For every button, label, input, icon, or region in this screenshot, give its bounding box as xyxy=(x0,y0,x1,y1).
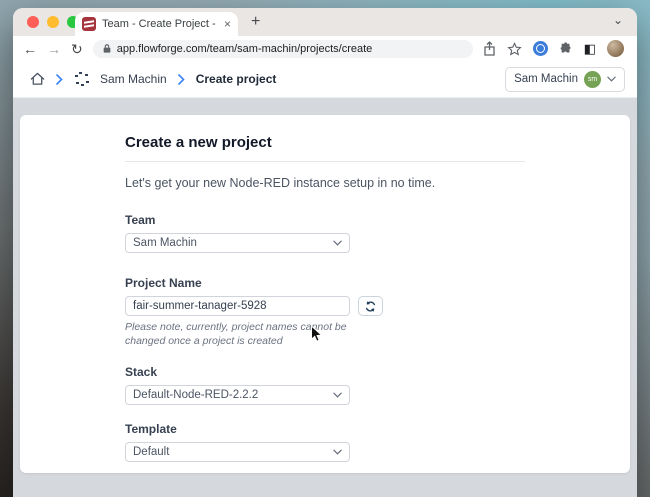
chevron-down-icon xyxy=(333,449,342,455)
breadcrumb-items: Sam Machin Create project xyxy=(30,72,276,87)
project-name-label: Project Name xyxy=(125,276,525,290)
user-avatar: sm xyxy=(584,71,601,88)
template-select[interactable]: Default xyxy=(125,442,350,462)
tab-strip: Team - Create Project - FlowFo × + ⌄ xyxy=(13,8,637,36)
form-subtitle: Let's get your new Node-RED instance set… xyxy=(125,176,525,190)
tab-search-chevron-icon[interactable]: ⌄ xyxy=(613,13,623,27)
back-button[interactable]: ← xyxy=(23,42,37,56)
sidebar-extension-icon[interactable]: ◧ xyxy=(584,42,596,55)
project-name-note: Please note, currently, project names ca… xyxy=(125,320,365,348)
create-project-card: Create a new project Let's get your new … xyxy=(20,115,630,473)
team-avatar-icon xyxy=(74,72,89,87)
flowforge-favicon-icon xyxy=(82,17,96,31)
browser-tab[interactable]: Team - Create Project - FlowFo × xyxy=(75,12,238,36)
browser-menu-icon[interactable]: ⋮ xyxy=(635,42,637,55)
chevron-down-icon xyxy=(607,76,616,82)
new-tab-button[interactable]: + xyxy=(251,13,260,31)
stack-label: Stack xyxy=(125,365,525,379)
team-label: Team xyxy=(125,213,525,227)
project-name-input[interactable] xyxy=(125,296,350,316)
close-window-button[interactable] xyxy=(27,16,39,28)
lock-icon xyxy=(102,43,112,54)
breadcrumb-team[interactable]: Sam Machin xyxy=(100,72,167,86)
regenerate-name-button[interactable] xyxy=(358,296,383,316)
breadcrumb: Sam Machin Create project Sam Machin sm xyxy=(13,61,637,98)
home-icon[interactable] xyxy=(30,72,45,86)
tab-close-icon[interactable]: × xyxy=(224,18,231,30)
browser-toolbar: ← → ↻ app.flowforge.com/team/sam-machin/… xyxy=(13,36,637,61)
browser-window: Team - Create Project - FlowFo × + ⌄ ← →… xyxy=(13,8,637,497)
browser-profile-avatar[interactable] xyxy=(607,40,624,57)
create-project-form: Create a new project Let's get your new … xyxy=(125,115,525,473)
template-select-value: Default xyxy=(133,446,333,458)
forward-button[interactable]: → xyxy=(47,42,61,56)
page-background: Create a new project Let's get your new … xyxy=(13,98,637,497)
chevron-down-icon xyxy=(333,240,342,246)
extensions-puzzle-icon[interactable] xyxy=(559,42,573,56)
url-text: app.flowforge.com/team/sam-machin/projec… xyxy=(117,43,373,55)
url-bar[interactable]: app.flowforge.com/team/sam-machin/projec… xyxy=(93,40,473,58)
user-menu-button[interactable]: Sam Machin sm xyxy=(505,67,625,92)
share-icon[interactable] xyxy=(483,41,496,56)
page-title: Create a new project xyxy=(125,134,525,162)
tab-title: Team - Create Project - FlowFo xyxy=(102,18,218,30)
chevron-right-icon xyxy=(56,74,63,85)
traffic-lights xyxy=(27,16,79,28)
chevron-right-icon xyxy=(178,74,185,85)
project-name-row xyxy=(125,290,525,316)
stack-select-value: Default-Node-RED-2.2.2 xyxy=(133,389,333,401)
refresh-icon xyxy=(364,300,377,313)
bookmark-star-icon[interactable] xyxy=(507,42,522,56)
template-label: Template xyxy=(125,422,525,436)
team-select[interactable]: Sam Machin xyxy=(125,233,350,253)
mouse-cursor xyxy=(310,325,323,344)
team-select-value: Sam Machin xyxy=(133,237,333,249)
user-menu-name: Sam Machin xyxy=(514,73,578,85)
breadcrumb-current: Create project xyxy=(196,72,277,86)
toolbar-right-icons: ◧ ⋮ xyxy=(483,40,637,57)
password-extension-icon[interactable] xyxy=(533,41,548,56)
minimize-window-button[interactable] xyxy=(47,16,59,28)
reload-button[interactable]: ↻ xyxy=(71,42,83,56)
stack-select[interactable]: Default-Node-RED-2.2.2 xyxy=(125,385,350,405)
chevron-down-icon xyxy=(333,392,342,398)
